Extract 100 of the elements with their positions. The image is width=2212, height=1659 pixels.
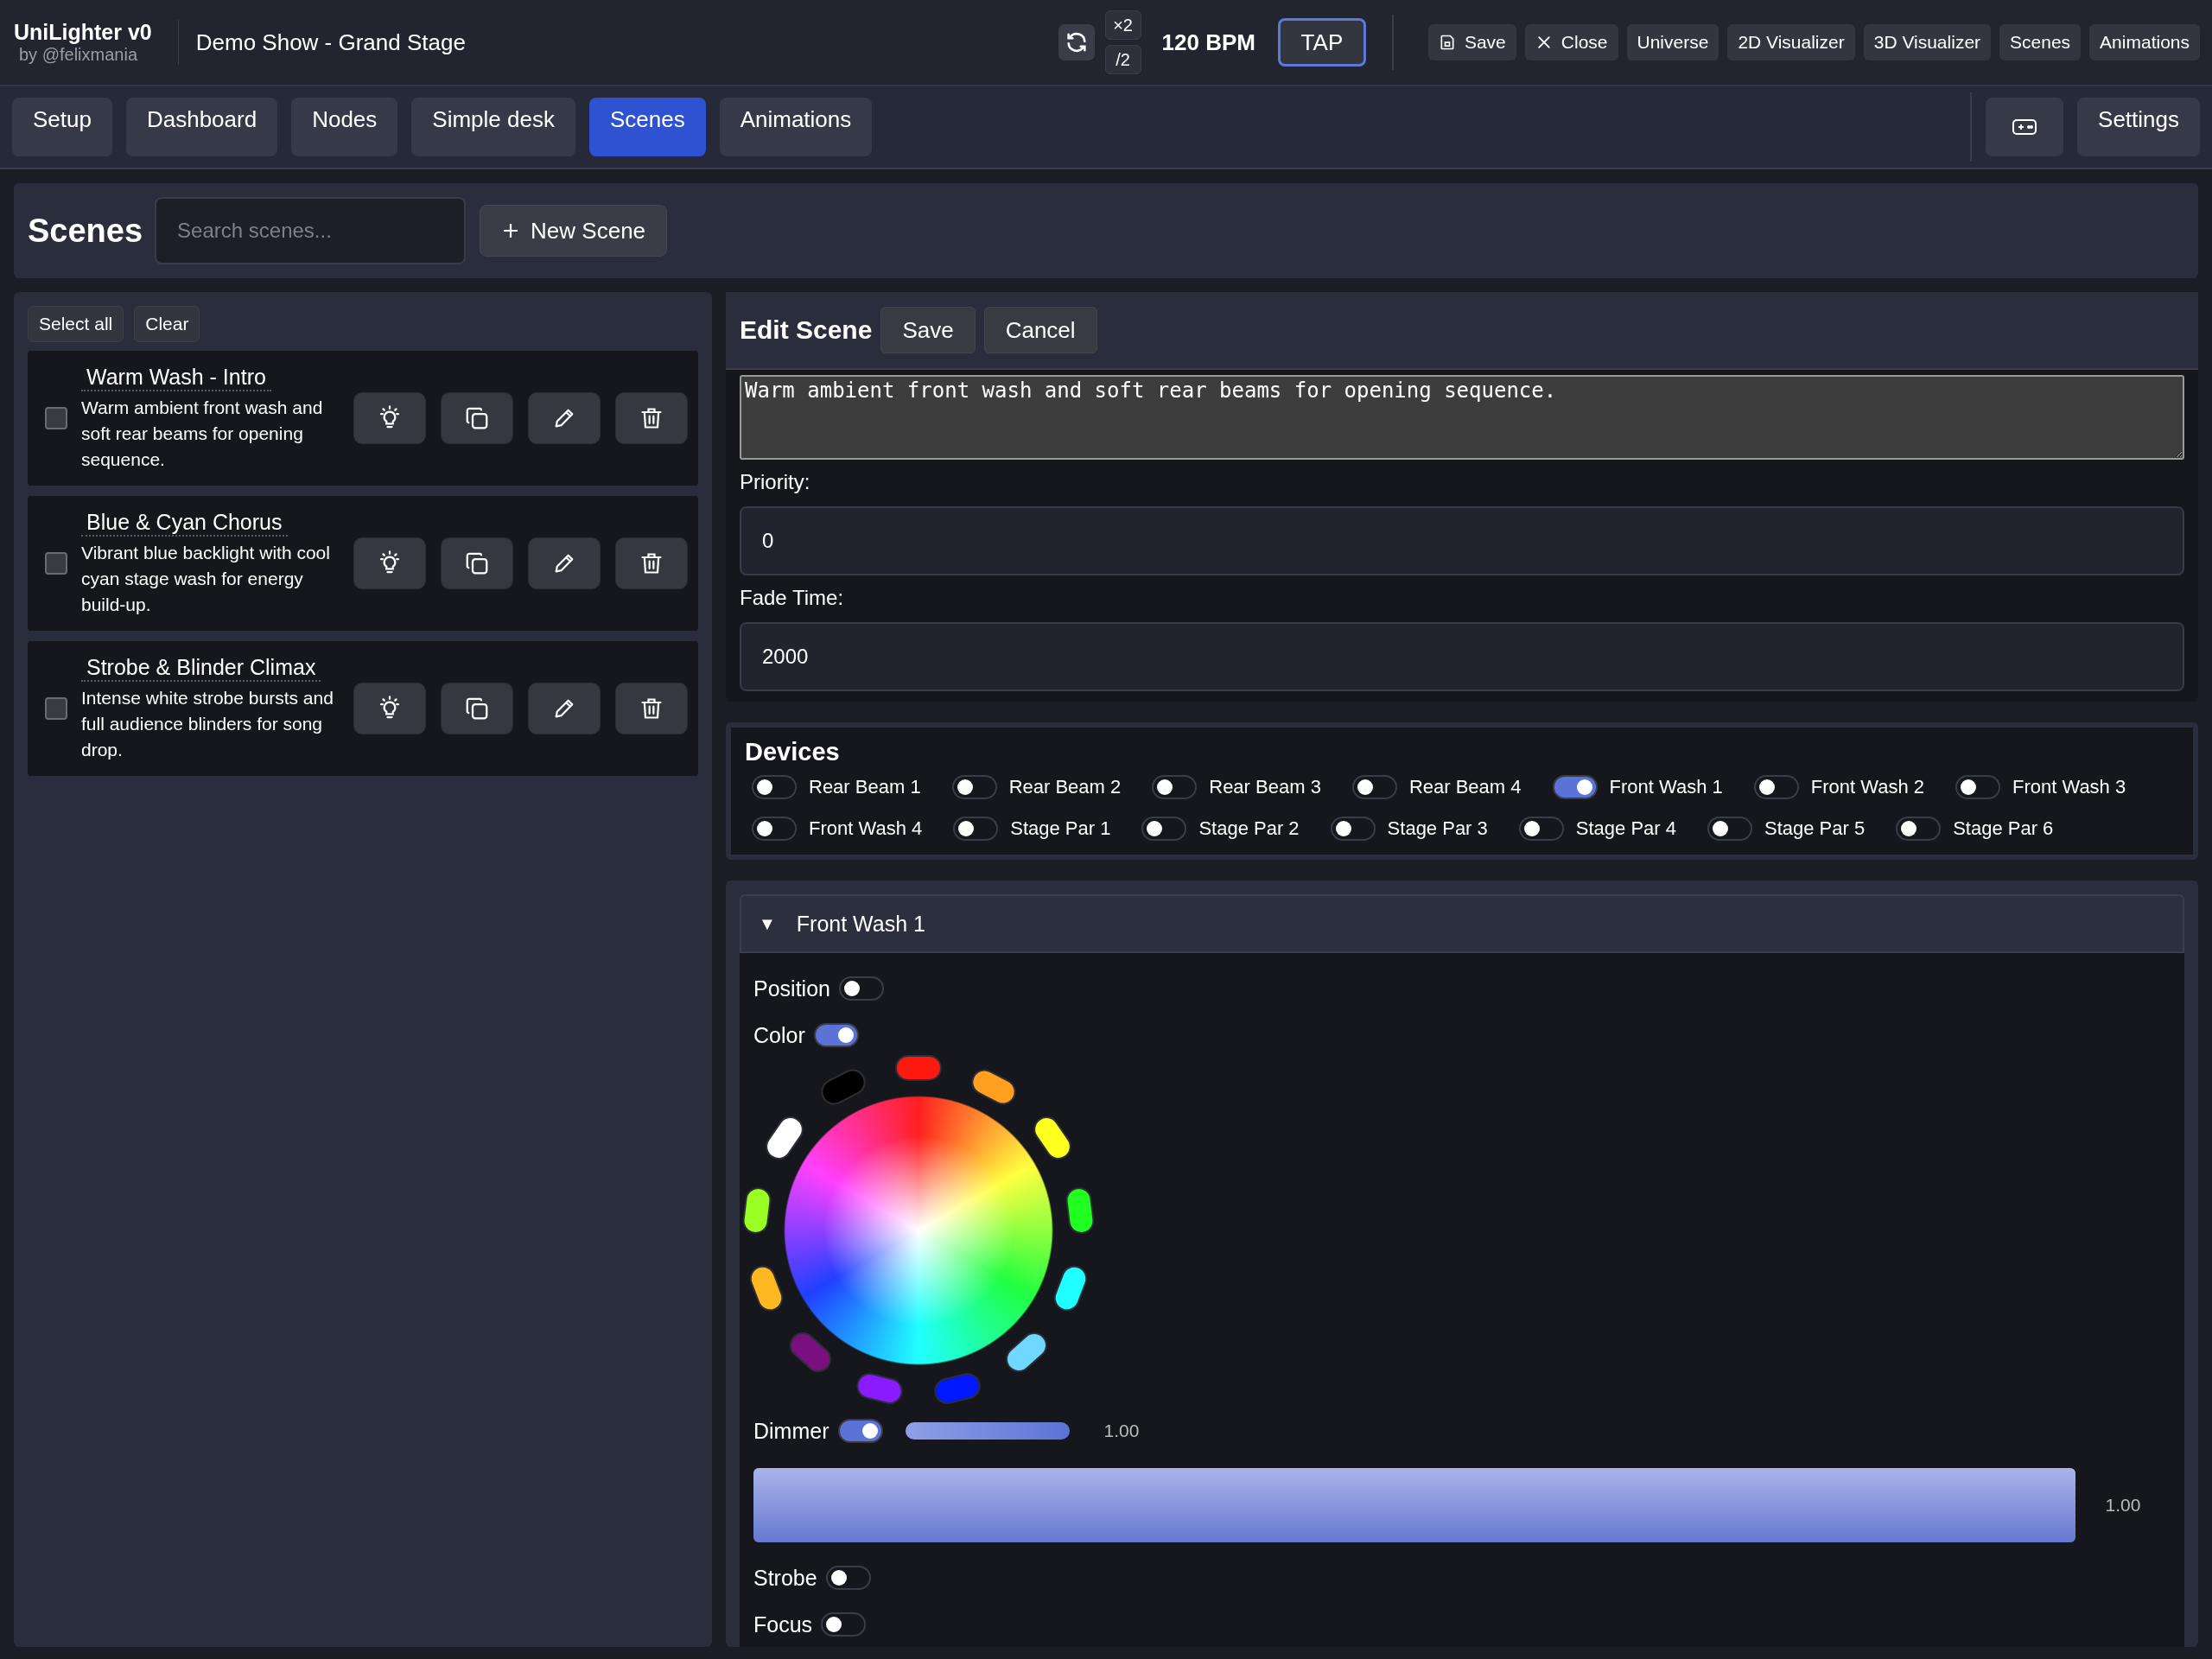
gamepad-icon xyxy=(2012,118,2038,137)
device-label: Stage Par 5 xyxy=(1764,817,1866,840)
header-button[interactable]: Scenes xyxy=(1999,24,2082,60)
nav-tab[interactable]: Animations xyxy=(719,98,873,156)
nav-tab[interactable]: Simple desk xyxy=(411,98,575,156)
search-field[interactable]: Search scenes... xyxy=(155,197,467,264)
toggle-switch[interactable] xyxy=(1351,775,1397,799)
toggle-switch[interactable] xyxy=(838,976,884,1001)
fade-time-field[interactable]: 2000 xyxy=(740,622,2184,691)
device-label: Rear Beam 1 xyxy=(809,776,921,798)
new-scene-button[interactable]: New Scene xyxy=(480,205,668,257)
scene-description: Intense white strobe bursts and full audience blinders for song drop. xyxy=(81,687,334,761)
checkbox[interactable] xyxy=(45,407,67,429)
header-button[interactable]: Close xyxy=(1524,24,1618,60)
nav-tab[interactable]: Scenes xyxy=(588,98,706,156)
duplicate-button[interactable] xyxy=(441,392,513,444)
edit-button[interactable] xyxy=(528,683,601,734)
header-button[interactable]: Save xyxy=(1427,24,1516,60)
gamepad-button[interactable] xyxy=(1986,98,2064,156)
copy-icon xyxy=(464,405,490,431)
device-label: Rear Beam 3 xyxy=(1209,776,1321,798)
toggle-switch[interactable] xyxy=(1753,775,1799,799)
header-button[interactable]: Universe xyxy=(1626,24,1719,60)
device-label: Front Wash 2 xyxy=(1810,776,1924,798)
device-label: Stage Par 4 xyxy=(1575,817,1676,840)
settings-tab[interactable]: Settings xyxy=(2077,98,2200,156)
activate-button[interactable] xyxy=(353,537,426,589)
edit-button[interactable] xyxy=(528,537,601,589)
device-label: Front Wash 1 xyxy=(1609,776,1723,798)
duplicate-button[interactable] xyxy=(441,683,513,734)
copy-icon xyxy=(464,696,490,721)
header-button[interactable]: 3D Visualizer xyxy=(1863,24,1992,60)
clear-button[interactable]: Clear xyxy=(134,306,200,342)
slider-value: 1.00 xyxy=(2104,1495,2142,1516)
toggle-switch[interactable] xyxy=(1552,775,1598,799)
delete-button[interactable] xyxy=(615,537,688,589)
channel-label: Focus xyxy=(753,1611,813,1637)
nav-tab[interactable]: Setup xyxy=(12,98,112,156)
bpm-readout: 120 BPM xyxy=(1161,29,1255,56)
edit-button[interactable] xyxy=(528,392,601,444)
trash-icon xyxy=(639,696,664,721)
activate-button[interactable] xyxy=(353,683,426,734)
header-button[interactable]: Animations xyxy=(2089,24,2200,60)
select-all-button[interactable]: Select all xyxy=(28,306,124,342)
toggle-switch[interactable] xyxy=(1141,817,1187,841)
channel-label: Dimmer xyxy=(753,1418,830,1444)
toggle-switch[interactable] xyxy=(1518,817,1564,841)
activate-button[interactable] xyxy=(353,392,426,444)
checkbox[interactable] xyxy=(45,697,67,720)
scene-name: Strobe & Blinder Climax xyxy=(81,654,321,682)
sync-button[interactable] xyxy=(1058,24,1095,60)
toggle-switch[interactable] xyxy=(951,775,997,799)
toggle-switch[interactable] xyxy=(752,775,797,799)
toggle-switch[interactable] xyxy=(1330,817,1376,841)
save-button[interactable]: Save xyxy=(880,307,976,353)
channel-label: Color xyxy=(753,1022,805,1048)
toggle-switch[interactable] xyxy=(1955,775,2000,799)
panel-title: Edit Scene xyxy=(740,315,873,345)
nav-tab[interactable]: Dashboard xyxy=(125,98,278,156)
scene-description: Vibrant blue backlight with cool cyan stage wash for energy build-up. xyxy=(81,542,331,616)
collapse-toggle[interactable]: ▼ xyxy=(759,913,776,934)
show-name: Demo Show - Grand Stage xyxy=(195,29,466,56)
tap-button[interactable]: TAP xyxy=(1277,18,1366,67)
toggle-switch[interactable] xyxy=(813,1023,859,1047)
field-label: Fade Time: xyxy=(740,586,845,610)
priority-field[interactable]: 0 xyxy=(740,506,2184,575)
fixture-header[interactable]: ▼ Front Wash 1 xyxy=(740,894,2184,953)
divide-button[interactable]: /2 xyxy=(1104,45,1141,74)
toggle-switch[interactable] xyxy=(825,1566,871,1590)
header-button[interactable]: 2D Visualizer xyxy=(1727,24,1855,60)
toggle-switch[interactable] xyxy=(953,817,999,841)
byline: by @felixmania xyxy=(19,45,139,65)
channel-label: Strobe xyxy=(753,1565,817,1591)
trash-icon xyxy=(639,551,664,575)
nav-tab[interactable]: Nodes xyxy=(291,98,398,156)
color-preset[interactable] xyxy=(895,1055,942,1081)
multiply-button[interactable]: ×2 xyxy=(1104,10,1141,40)
channel-label: Position xyxy=(753,976,830,1001)
field-label: Priority: xyxy=(740,470,811,494)
description-field[interactable]: Warm ambient front wash and soft rear beams for opening sequence. xyxy=(740,375,2184,460)
delete-button[interactable] xyxy=(615,392,688,444)
slider-fill[interactable] xyxy=(905,1422,1070,1440)
checkbox[interactable] xyxy=(45,552,67,575)
trash-icon xyxy=(639,406,664,430)
delete-button[interactable] xyxy=(615,683,688,734)
cancel-button[interactable]: Cancel xyxy=(983,307,1097,353)
duplicate-button[interactable] xyxy=(441,537,513,589)
scene-description: Warm ambient front wash and soft rear beams for opening sequence. xyxy=(81,397,324,471)
page-title: Scenes xyxy=(28,212,143,250)
device-label: Front Wash 4 xyxy=(809,817,923,840)
toggle-switch[interactable] xyxy=(1707,817,1752,841)
toggle-switch[interactable] xyxy=(1152,775,1198,799)
toggle-switch[interactable] xyxy=(1896,817,1942,841)
device-label: Stage Par 3 xyxy=(1387,817,1488,840)
app-name: UniLighter v0 xyxy=(14,20,152,45)
dimmer-slider-fill[interactable] xyxy=(753,1468,2075,1542)
toggle-switch[interactable] xyxy=(837,1419,883,1443)
section-title: Devices xyxy=(745,738,841,766)
toggle-switch[interactable] xyxy=(752,817,797,841)
toggle-switch[interactable] xyxy=(821,1612,867,1637)
